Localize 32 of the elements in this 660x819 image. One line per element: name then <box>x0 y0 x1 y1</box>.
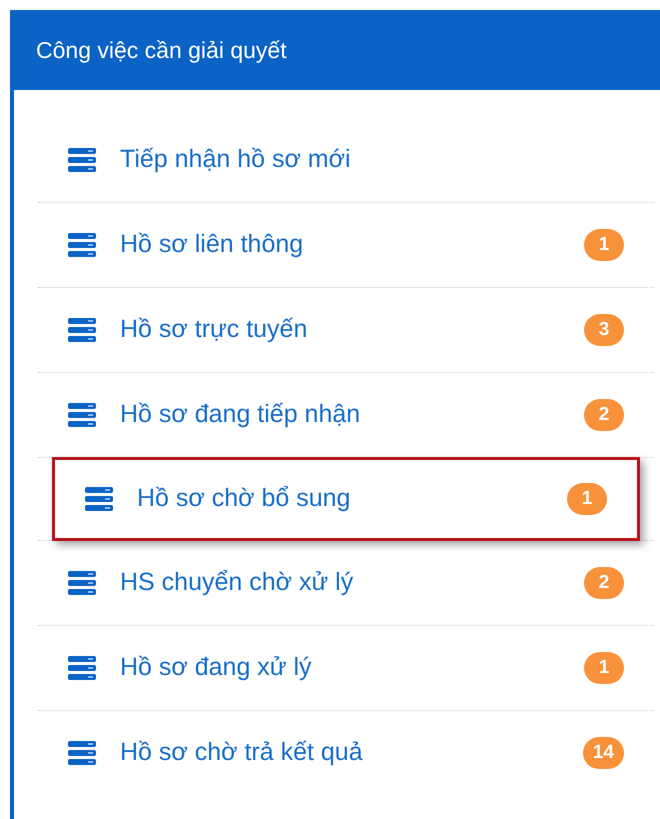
item-label: Hồ sơ liên thông <box>120 229 304 260</box>
list-icon <box>68 318 96 342</box>
count-badge: 1 <box>584 229 624 261</box>
panel-title: Công việc cần giải quyết <box>36 36 287 65</box>
item-label: Hồ sơ trực tuyến <box>120 314 308 346</box>
menu-item[interactable]: Hồ sơ chờ bổ sung 1 <box>52 457 640 541</box>
item-label: Hồ sơ chờ trả kết quả <box>120 737 364 768</box>
list-icon <box>68 148 96 172</box>
count-badge: 14 <box>582 737 624 769</box>
item-label: Hồ sơ chờ bổ sung <box>137 483 352 514</box>
list-icon <box>85 487 113 511</box>
count-badge: 2 <box>584 567 624 599</box>
list-icon <box>68 741 96 765</box>
item-label: Hồ sơ đang tiếp nhận <box>120 399 362 430</box>
count-badge: 3 <box>584 314 624 346</box>
menu-item[interactable]: Hồ sơ đang tiếp nhận 2 <box>38 373 654 457</box>
list-icon <box>68 571 96 595</box>
count-badge: 1 <box>567 483 607 515</box>
list-icon <box>68 656 96 680</box>
count-badge: 2 <box>584 399 624 431</box>
menu-item[interactable]: HS chuyển chờ xử lý 2 <box>38 541 654 625</box>
count-badge: 1 <box>584 652 624 684</box>
list-icon <box>68 403 96 427</box>
list-icon <box>68 233 96 257</box>
menu-item[interactable]: Hồ sơ đang xử lý 1 <box>38 626 654 710</box>
item-label: Hồ sơ đang xử lý <box>120 652 313 684</box>
menu-item[interactable]: Hồ sơ liên thông 1 <box>38 203 654 287</box>
menu-item[interactable]: Tiếp nhận hồ sơ mới <box>38 118 654 202</box>
menu-item[interactable]: Hồ sơ chờ trả kết quả 14 <box>38 711 654 795</box>
menu-item[interactable]: Hồ sơ trực tuyến 3 <box>38 288 654 372</box>
item-label: Tiếp nhận hồ sơ mới <box>120 144 352 176</box>
item-label: HS chuyển chờ xử lý <box>120 567 354 598</box>
